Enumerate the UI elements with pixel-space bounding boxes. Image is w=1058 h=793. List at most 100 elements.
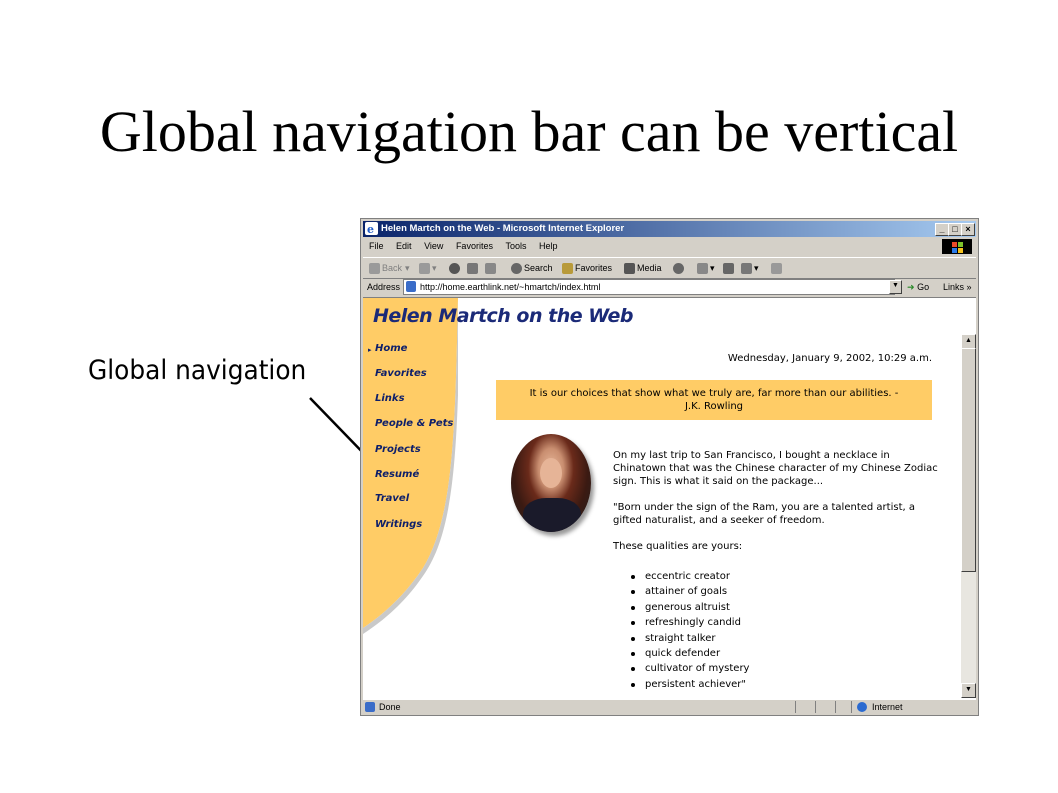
home-button[interactable] xyxy=(485,258,498,278)
page-icon xyxy=(406,281,416,292)
chevron-down-icon: ▾ xyxy=(754,263,759,273)
favorites-label: Favorites xyxy=(575,263,613,273)
page-content: Helen Martch on the Web ▸ Home Favorites… xyxy=(363,297,976,700)
ie-icon: e xyxy=(365,222,378,235)
quote-text: It is our choices that show what we trul… xyxy=(529,388,899,399)
list-item: refreshingly candid xyxy=(627,615,749,630)
scroll-thumb[interactable] xyxy=(961,348,976,572)
favorites-button[interactable]: Favorites xyxy=(562,258,612,278)
chevron-down-icon: ▼ xyxy=(965,686,972,693)
slide-title: Global navigation bar can be vertical xyxy=(99,99,959,164)
back-label: Back xyxy=(382,263,403,273)
media-icon xyxy=(624,262,635,274)
chevron-down-icon: ▾ xyxy=(710,263,715,273)
links-label: Links xyxy=(943,282,965,292)
nav-projects[interactable]: Projects xyxy=(375,444,421,455)
nav-writings[interactable]: Writings xyxy=(375,519,422,530)
links-button[interactable]: Links » xyxy=(943,278,972,296)
edit-button[interactable]: ▾ xyxy=(741,258,759,278)
menu-bar: File Edit View Favorites Tools Help xyxy=(363,238,976,255)
scroll-up-button[interactable]: ▲ xyxy=(961,334,976,349)
media-label: Media xyxy=(637,263,662,273)
quote-author: J.K. Rowling xyxy=(684,401,744,412)
media-button[interactable]: Media xyxy=(624,258,662,278)
refresh-icon xyxy=(467,262,478,274)
nav-travel[interactable]: Travel xyxy=(375,493,409,504)
refresh-button[interactable] xyxy=(467,258,480,278)
address-label: Address xyxy=(367,282,401,292)
window-title: Helen Martch on the Web - Microsoft Inte… xyxy=(381,223,625,234)
site-title: Helen Martch on the Web xyxy=(373,305,633,327)
paragraph-3: These qualities are yours: xyxy=(613,541,743,552)
article-text: On my last trip to San Francisco, I boug… xyxy=(613,449,943,566)
browser-window: e Helen Martch on the Web - Microsoft In… xyxy=(360,218,979,716)
search-button[interactable]: Search xyxy=(511,258,553,278)
address-dropdown-button[interactable]: ▼ xyxy=(889,280,902,294)
chevrons-right-icon: » xyxy=(966,282,972,292)
page-status-icon xyxy=(365,702,375,712)
address-bar: Address http://home.earthlink.net/~hmart… xyxy=(363,278,976,296)
vertical-scrollbar[interactable]: ▲ ▼ xyxy=(961,334,976,698)
menu-favorites[interactable]: Favorites xyxy=(456,241,493,251)
nav-home[interactable]: Home xyxy=(375,343,407,354)
address-input[interactable]: http://home.earthlink.net/~hmartch/index… xyxy=(403,279,895,295)
close-button[interactable]: × xyxy=(961,223,975,236)
nav-people-pets[interactable]: People & Pets xyxy=(375,418,453,429)
chevron-up-icon: ▲ xyxy=(965,337,972,344)
current-page-marker-icon: ▸ xyxy=(368,347,372,354)
security-zone: Internet xyxy=(872,702,903,712)
menu-view[interactable]: View xyxy=(424,241,443,251)
list-item: eccentric creator xyxy=(627,569,749,584)
internet-globe-icon xyxy=(857,702,867,712)
menu-file[interactable]: File xyxy=(369,241,384,251)
favorites-folder-icon xyxy=(562,262,573,274)
date-stamp: Wednesday, January 9, 2002, 10:29 a.m. xyxy=(727,353,932,364)
standard-toolbar: Back ▾ ▾ Search Favorites Media ▾ ▾ xyxy=(363,257,976,279)
menu-edit[interactable]: Edit xyxy=(396,241,412,251)
maximize-button[interactable]: □ xyxy=(948,223,962,236)
go-button[interactable]: ➜ Go xyxy=(907,278,929,296)
callout-label: Global navigation xyxy=(88,355,307,386)
menu-help[interactable]: Help xyxy=(539,241,558,251)
nav-resume[interactable]: Resumé xyxy=(375,469,419,480)
list-item: quick defender xyxy=(627,646,749,661)
nav-links[interactable]: Links xyxy=(375,393,405,404)
address-url: http://home.earthlink.net/~hmartch/index… xyxy=(420,282,601,292)
history-icon xyxy=(673,262,684,274)
mail-button[interactable]: ▾ xyxy=(697,258,715,278)
windows-logo-icon xyxy=(942,239,972,254)
chevron-down-icon: ▼ xyxy=(892,282,899,289)
list-item: generous altruist xyxy=(627,600,749,615)
go-arrow-icon: ➜ xyxy=(907,282,915,292)
back-button[interactable]: Back ▾ xyxy=(369,258,410,278)
site-title-first: Helen xyxy=(373,305,433,327)
history-button[interactable] xyxy=(673,258,686,278)
nav-favorites[interactable]: Favorites xyxy=(375,368,427,379)
print-button[interactable] xyxy=(723,258,736,278)
back-arrow-icon xyxy=(369,262,380,274)
list-item: straight talker xyxy=(627,631,749,646)
list-item: attainer of goals xyxy=(627,584,749,599)
search-label: Search xyxy=(524,263,553,273)
discuss-icon xyxy=(771,262,782,274)
minimize-button[interactable]: _ xyxy=(935,223,949,236)
search-icon xyxy=(511,262,522,274)
status-text: Done xyxy=(379,702,401,712)
qualities-list: eccentric creator attainer of goals gene… xyxy=(627,569,749,692)
stop-icon xyxy=(449,262,460,274)
discuss-button[interactable] xyxy=(771,258,784,278)
edit-icon xyxy=(741,262,752,274)
chevron-down-icon: ▾ xyxy=(432,263,437,273)
scroll-down-button[interactable]: ▼ xyxy=(961,683,976,698)
stop-button[interactable] xyxy=(449,258,462,278)
forward-button[interactable]: ▾ xyxy=(419,258,437,278)
home-icon xyxy=(485,262,496,274)
print-icon xyxy=(723,262,734,274)
portrait-photo xyxy=(511,434,591,532)
window-titlebar[interactable]: e Helen Martch on the Web - Microsoft In… xyxy=(363,221,976,237)
quote-box: It is our choices that show what we trul… xyxy=(496,380,932,420)
menu-tools[interactable]: Tools xyxy=(505,241,526,251)
site-title-rest: Martch on the Web xyxy=(438,305,633,327)
go-label: Go xyxy=(917,282,930,292)
status-bar: Done Internet xyxy=(363,700,976,714)
